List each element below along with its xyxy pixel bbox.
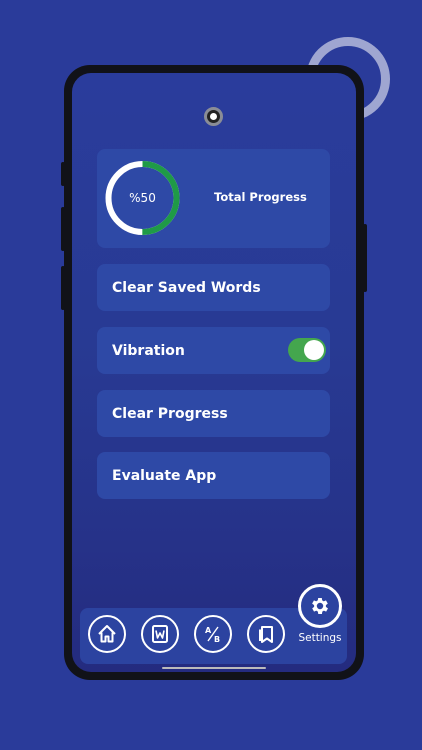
progress-percent: %50 [129,191,156,205]
phone-side-button [61,207,65,251]
nav-words-button[interactable] [141,615,179,653]
clear-progress-label: Clear Progress [112,405,228,422]
nav-home-button[interactable] [88,615,126,653]
clear-saved-words-button[interactable]: Clear Saved Words [97,264,330,311]
nav-saved-button[interactable] [247,615,285,653]
toggle-knob [304,340,324,360]
a-b-icon: A B [205,626,220,644]
vibration-label: Vibration [112,342,185,359]
camera-icon [204,107,223,126]
home-icon [98,625,116,643]
settings-label: Settings [298,632,342,644]
clear-progress-button[interactable]: Clear Progress [97,390,330,437]
bookmarks-icon [259,626,273,643]
evaluate-app-button[interactable]: Evaluate App [97,452,330,499]
vibration-setting: Vibration [97,327,330,374]
svg-text:B: B [214,635,220,644]
svg-text:A: A [205,626,212,635]
progress-title: Total Progress [214,190,307,204]
nav-quiz-button[interactable]: A B [194,615,232,653]
word-icon [152,625,168,643]
gear-icon [312,598,328,614]
clear-saved-words-label: Clear Saved Words [112,279,261,296]
total-progress-card: %50 Total Progress [97,149,330,248]
phone-side-button [61,162,65,186]
app-screen: %50 Total Progress Clear Saved Words Vib… [72,73,356,672]
phone-side-button [61,266,65,310]
phone-side-button [363,224,367,292]
home-indicator [162,667,266,669]
nav-settings-button[interactable] [298,584,342,628]
vibration-toggle[interactable] [288,338,326,362]
bottom-navigation: A B Settings [80,584,347,664]
evaluate-app-label: Evaluate App [112,467,217,484]
